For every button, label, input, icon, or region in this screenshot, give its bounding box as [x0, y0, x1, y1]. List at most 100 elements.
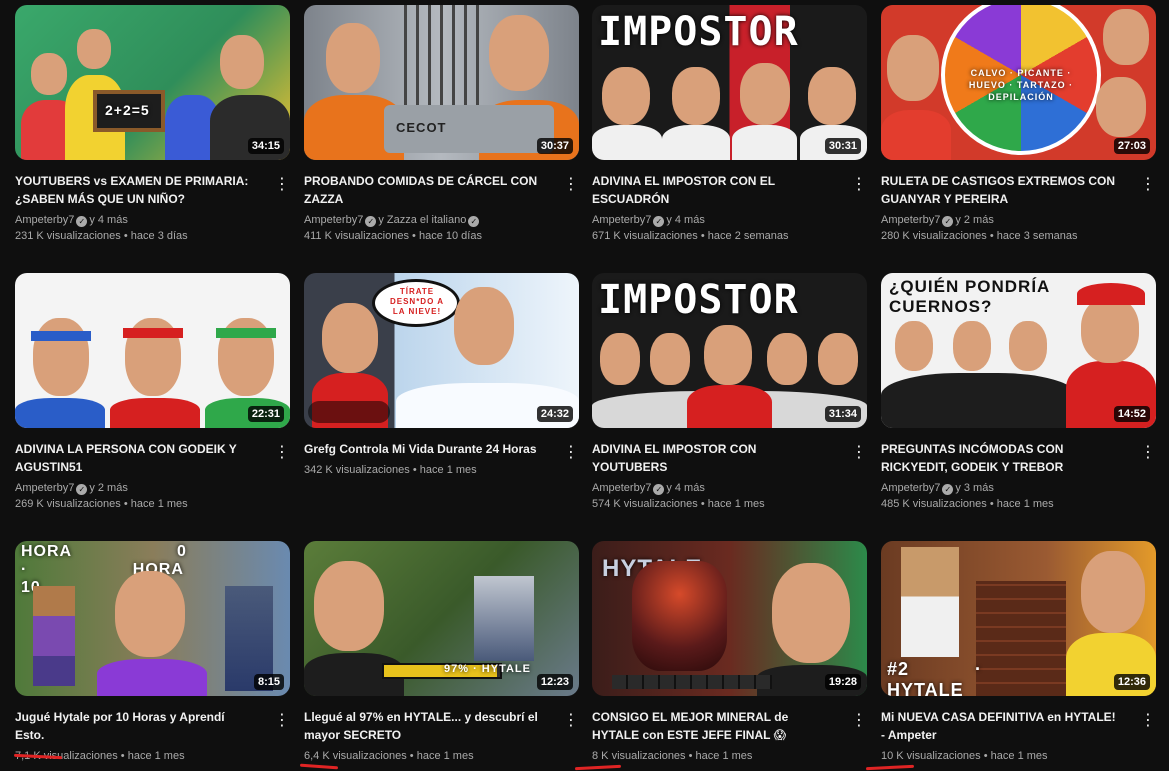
video-title[interactable]: PREGUNTAS INCÓMODAS CON RICKYEDIT, GODEI…	[881, 440, 1121, 476]
video-card[interactable]: IMPOSTOR 30:31 ADIVINA EL IMPOSTOR CON E…	[592, 5, 867, 244]
verified-check-icon: ✓	[76, 216, 88, 227]
channel-name[interactable]: Ampeterby7	[881, 214, 940, 226]
video-card[interactable]: IMPOSTOR 31:34 ADIVINA EL IMPOSTOR CON Y…	[592, 273, 867, 512]
video-duration: 12:36	[1113, 674, 1150, 690]
collab-text[interactable]: y 4 más	[89, 214, 128, 226]
thumbnail-face	[808, 67, 856, 125]
collab-text[interactable]: y 2 más	[89, 482, 128, 494]
call-controls	[308, 401, 390, 423]
thumbnail-face	[454, 287, 514, 365]
video-thumbnail[interactable]: HORA 0 · HORA 10 8:15	[15, 541, 290, 696]
upload-age: hace 1 mes	[130, 498, 188, 510]
more-vert-icon[interactable]: ⋮	[563, 175, 579, 195]
view-count: 8 K visualizaciones	[592, 750, 686, 762]
channel-line: Ampeterby7 ✓ y 4 más	[592, 480, 867, 496]
collab-text[interactable]: y 3 más	[955, 482, 994, 494]
thumbnail-text: #2 · HYTALE	[887, 659, 983, 696]
upload-age: hace 3 días	[130, 230, 188, 242]
thumbnail-figure	[732, 125, 797, 160]
annotation-underline	[299, 763, 339, 770]
verified-check-icon: ✓	[942, 484, 954, 495]
video-thumbnail[interactable]: HYTALE 19:28	[592, 541, 867, 696]
more-vert-icon[interactable]: ⋮	[1140, 443, 1156, 463]
upload-age: hace 1 mes	[419, 464, 477, 476]
video-title[interactable]: Mi NUEVA CASA DEFINITIVA en HYTALE! - Am…	[881, 708, 1121, 744]
video-card[interactable]: ¿QUIÉN PONDRÍA CUERNOS? 14:52 PREGUNTAS …	[881, 273, 1156, 512]
channel-name[interactable]: Ampeterby7	[15, 214, 74, 226]
thumbnail-face	[740, 63, 790, 125]
collab-text[interactable]: y 4 más	[666, 482, 705, 494]
thumbnail-face	[887, 35, 939, 101]
video-card[interactable]: 22:31 ADIVINA LA PERSONA CON GODEIK Y AG…	[15, 273, 290, 512]
thumbnail-text: 2+2=5	[105, 102, 150, 118]
video-card[interactable]: HYTALE 19:28 CONSIGO EL MEJOR MINERAL de…	[592, 541, 867, 764]
view-count: 6,4 K visualizaciones	[304, 750, 407, 762]
video-duration: 24:32	[536, 406, 573, 422]
video-title[interactable]: ADIVINA EL IMPOSTOR CON EL ESCUADRÓN	[592, 172, 832, 208]
channel-line: Ampeterby7 ✓ y Zazza el italiano ✓	[304, 212, 579, 228]
view-count: 574 K visualizaciones	[592, 498, 698, 510]
video-card[interactable]: HORA 0 · HORA 10 8:15 Jugué Hytale por 1…	[15, 541, 290, 764]
thumbnail-figure	[97, 659, 207, 696]
more-vert-icon[interactable]: ⋮	[851, 175, 867, 195]
video-thumbnail[interactable]: IMPOSTOR 31:34	[592, 273, 867, 428]
view-count: 231 K visualizaciones	[15, 230, 121, 242]
video-card[interactable]: 97% · HYTALE 12:23 Llegué al 97% en HYTA…	[304, 541, 579, 764]
video-card[interactable]: CECOT 30:37 PROBANDO COMIDAS DE CÁRCEL C…	[304, 5, 579, 244]
video-title[interactable]: PROBANDO COMIDAS DE CÁRCEL CON ZAZZA	[304, 172, 544, 208]
video-thumbnail[interactable]: 97% · HYTALE 12:23	[304, 541, 579, 696]
video-card[interactable]: TÍRATE DESN*DO A LA NIEVE! 24:32 Grefg C…	[304, 273, 579, 478]
video-thumbnail[interactable]: CECOT 30:37	[304, 5, 579, 160]
video-title[interactable]: Jugué Hytale por 10 Horas y Aprendí Esto…	[15, 708, 255, 744]
channel-name[interactable]: Ampeterby7	[592, 214, 651, 226]
channel-name[interactable]: Ampeterby7	[15, 482, 74, 494]
thumbnail-text: IMPOSTOR	[598, 9, 799, 55]
more-vert-icon[interactable]: ⋮	[1140, 711, 1156, 731]
video-title[interactable]: YOUTUBERS vs EXAMEN DE PRIMARIA: ¿SABEN …	[15, 172, 255, 208]
video-thumbnail[interactable]: IMPOSTOR 30:31	[592, 5, 867, 160]
channel-name[interactable]: Ampeterby7	[304, 214, 363, 226]
video-card[interactable]: #2 · HYTALE 12:36 Mi NUEVA CASA DEFINITI…	[881, 541, 1156, 764]
boss-character	[632, 561, 727, 671]
thumbnail-face	[1096, 77, 1146, 137]
collab-text[interactable]: y Zazza el italiano	[378, 214, 466, 226]
more-vert-icon[interactable]: ⋮	[851, 711, 867, 731]
video-thumbnail[interactable]: ¿QUIÉN PONDRÍA CUERNOS? 14:52	[881, 273, 1156, 428]
thumbnail-face	[1103, 9, 1149, 65]
thumbnail-figure	[662, 125, 730, 160]
more-vert-icon[interactable]: ⋮	[274, 711, 290, 731]
channel-line: Ampeterby7 ✓ y 4 más	[592, 212, 867, 228]
collab-text[interactable]: y 4 más	[666, 214, 705, 226]
video-thumbnail[interactable]: 22:31	[15, 273, 290, 428]
video-duration: 14:52	[1113, 406, 1150, 422]
video-title[interactable]: Grefg Controla Mi Vida Durante 24 Horas	[304, 440, 544, 458]
video-card[interactable]: CALVO · PICANTE · HUEVO · TARTAZO · DEPI…	[881, 5, 1156, 244]
collab-text[interactable]: y 2 más	[955, 214, 994, 226]
more-vert-icon[interactable]: ⋮	[1140, 175, 1156, 195]
more-vert-icon[interactable]: ⋮	[563, 443, 579, 463]
verified-check-icon: ✓	[653, 484, 665, 495]
more-vert-icon[interactable]: ⋮	[274, 175, 290, 195]
video-card[interactable]: 2+2=5 34:15 YOUTUBERS vs EXAMEN DE PRIMA…	[15, 5, 290, 244]
video-thumbnail[interactable]: TÍRATE DESN*DO A LA NIEVE! 24:32	[304, 273, 579, 428]
video-title[interactable]: ADIVINA EL IMPOSTOR CON YOUTUBERS	[592, 440, 832, 476]
video-thumbnail[interactable]: CALVO · PICANTE · HUEVO · TARTAZO · DEPI…	[881, 5, 1156, 160]
video-title[interactable]: ADIVINA LA PERSONA CON GODEIK Y AGUSTIN5…	[15, 440, 255, 476]
thumbnail-text: 97% · HYTALE	[444, 663, 531, 675]
video-thumbnail[interactable]: #2 · HYTALE 12:36	[881, 541, 1156, 696]
channel-name[interactable]: Ampeterby7	[592, 482, 651, 494]
red-cap	[1077, 283, 1145, 305]
thumbnail-face	[767, 333, 807, 385]
video-title[interactable]: RULETA DE CASTIGOS EXTREMOS CON GUANYAR …	[881, 172, 1121, 208]
more-vert-icon[interactable]: ⋮	[851, 443, 867, 463]
thumbnail-face	[1081, 297, 1139, 363]
video-title[interactable]: Llegué al 97% en HYTALE... y descubrí el…	[304, 708, 544, 744]
verified-check-icon: ✓	[365, 216, 377, 227]
channel-name[interactable]: Ampeterby7	[881, 482, 940, 494]
headband	[31, 331, 91, 341]
more-vert-icon[interactable]: ⋮	[274, 443, 290, 463]
video-title[interactable]: CONSIGO EL MEJOR MINERAL de HYTALE con E…	[592, 708, 832, 744]
video-thumbnail[interactable]: 2+2=5 34:15	[15, 5, 290, 160]
blocky-character	[33, 586, 75, 686]
more-vert-icon[interactable]: ⋮	[563, 711, 579, 731]
